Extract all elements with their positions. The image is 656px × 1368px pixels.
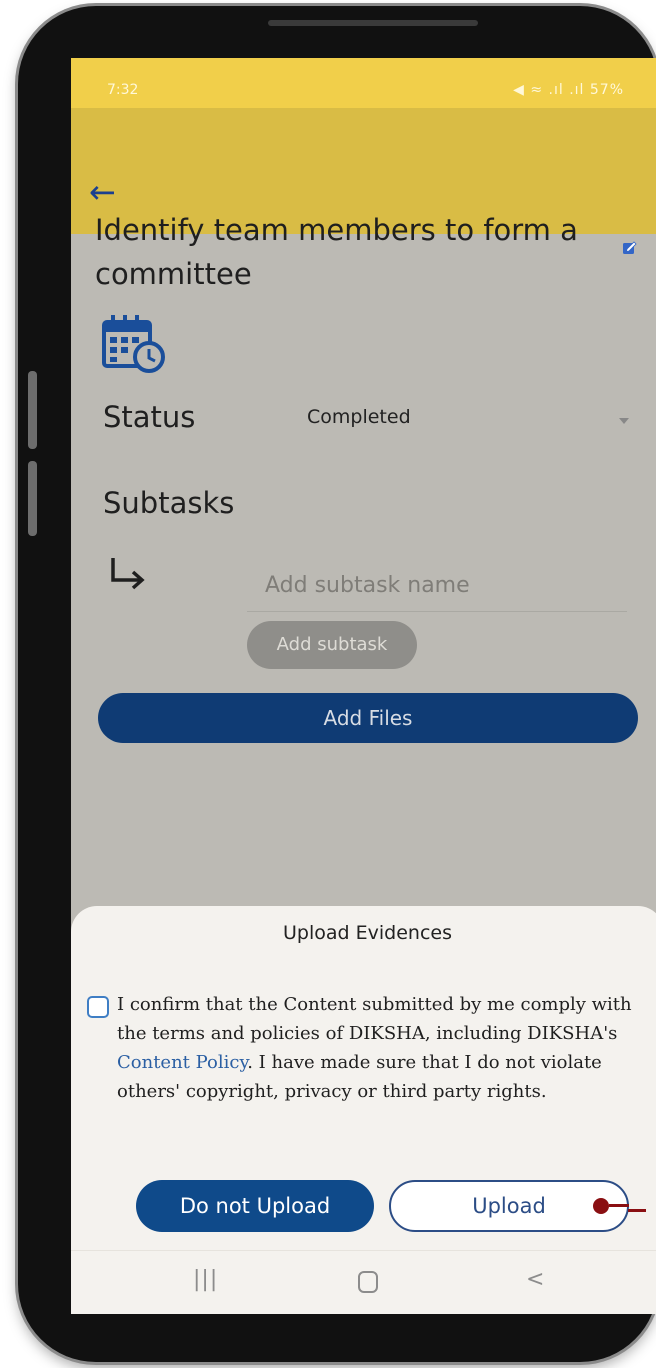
do-not-upload-button[interactable]: Do not Upload xyxy=(136,1180,374,1232)
android-nav-bar: ||| < xyxy=(71,1250,656,1314)
recent-apps-icon[interactable]: ||| xyxy=(193,1267,218,1292)
edit-checkbox-icon[interactable] xyxy=(621,240,637,256)
calendar-clock-icon xyxy=(102,315,165,373)
add-files-button[interactable]: Add Files xyxy=(98,693,638,743)
subdirectory-arrow-icon xyxy=(111,558,145,590)
status-bar: 7:32 ◀ ≈ .ıl .ıl 57% xyxy=(71,58,656,108)
subtask-name-input[interactable] xyxy=(247,560,627,612)
annotation-pointer xyxy=(593,1198,609,1214)
status-time: 7:32 xyxy=(107,82,139,98)
earpiece xyxy=(268,20,478,26)
volume-up-button xyxy=(28,371,37,449)
consent-text-before: I confirm that the Content submitted by … xyxy=(117,994,632,1044)
consent-checkbox[interactable] xyxy=(87,996,109,1018)
home-circle-icon[interactable] xyxy=(358,1271,378,1293)
status-value: Completed xyxy=(307,406,411,428)
content-policy-link[interactable]: Content Policy xyxy=(117,1052,247,1073)
upload-evidences-sheet: Upload Evidences I confirm that the Cont… xyxy=(71,906,656,1314)
status-indicators: ◀ ≈ .ıl .ıl 57% xyxy=(513,82,624,98)
status-dropdown[interactable]: Completed xyxy=(307,400,629,442)
volume-down-button xyxy=(28,461,37,536)
consent-text: I confirm that the Content submitted by … xyxy=(117,990,656,1106)
sheet-title: Upload Evidences xyxy=(283,922,452,944)
chevron-down-icon xyxy=(619,418,629,424)
annotation-line xyxy=(609,1204,629,1207)
annotation-line-outer xyxy=(628,1209,646,1212)
screen: 7:32 ◀ ≈ .ıl .ıl 57% ← Identify team mem… xyxy=(71,58,656,1314)
page-title: Identify team members to form a committe… xyxy=(95,213,578,291)
phone-frame: 7:32 ◀ ≈ .ıl .ıl 57% ← Identify team mem… xyxy=(18,6,656,1362)
arrow-left-icon[interactable]: ← xyxy=(89,176,116,208)
subtasks-label: Subtasks xyxy=(103,486,235,520)
add-subtask-button[interactable]: Add subtask xyxy=(247,621,417,669)
back-nav-icon[interactable]: < xyxy=(526,1267,544,1292)
status-label: Status xyxy=(103,400,196,434)
